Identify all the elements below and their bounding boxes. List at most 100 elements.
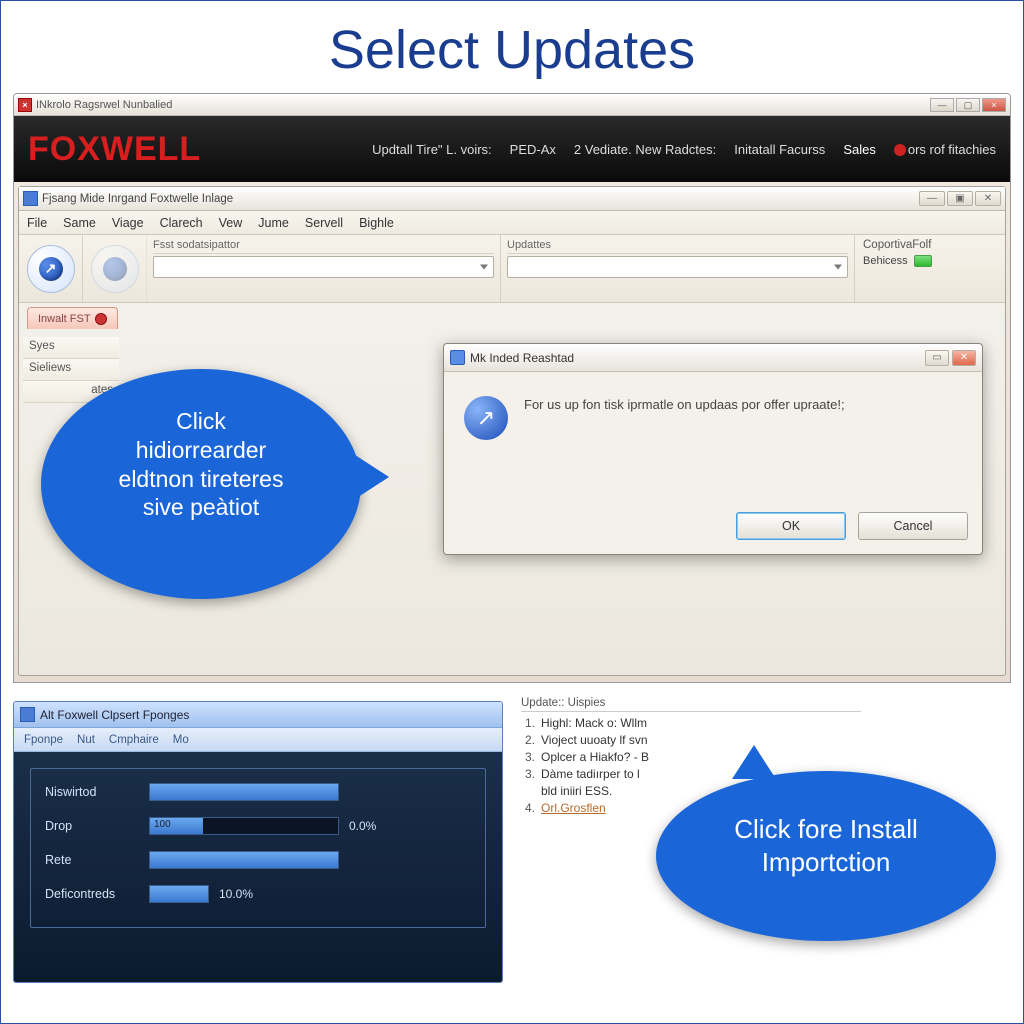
status-led-icon (914, 255, 932, 267)
brand-logo: FOXWELL (28, 130, 201, 169)
tab-bar: Inwalt FST (19, 303, 1005, 329)
instruction-item: 2.Vioject uuoaty lf svn (525, 733, 861, 747)
tab-item[interactable]: Inwalt FST (27, 307, 118, 329)
brand-header: FOXWELL Updtall Tire" L. voirs: PED-Ax 2… (14, 116, 1010, 182)
header-rof[interactable]: ors rof fitachies (894, 142, 996, 157)
header-item[interactable]: Updtall Tire" L. voirs: (372, 142, 492, 157)
progress-bar (149, 885, 209, 903)
sidebar-item-sys[interactable]: Syes (23, 337, 119, 359)
callout-line: hidiorrearder (69, 436, 333, 465)
progress-pct: 10.0% (219, 887, 275, 901)
sidebar-item-reviews[interactable]: Sieliews (23, 359, 119, 381)
dialog-title: Mk Inded Reashtad (470, 351, 574, 365)
header-item[interactable]: 2 Vediate. New Radctes: (574, 142, 716, 157)
callout-line: Click fore Install (684, 813, 968, 846)
header-item[interactable]: Initatall Facurss (734, 142, 825, 157)
progress-bar (149, 851, 339, 869)
tab-label: Inwalt FST (38, 313, 91, 325)
menu-item[interactable]: Viage (112, 216, 144, 230)
close-button[interactable]: ✕ (952, 350, 976, 366)
header-item[interactable]: PED-Ax (510, 142, 556, 157)
progress-panel: Niswirtod Drop 100 0.0% Rete Deficontred… (30, 768, 486, 928)
progress-title: Alt Foxwell Clpsert Fponges (40, 708, 189, 722)
toolbar: ↗ Fsst sodatsipattor Updattes CoportivaF… (19, 235, 1005, 303)
menu-file[interactable]: File (27, 216, 47, 230)
header-links: Updtall Tire" L. voirs: PED-Ax 2 Vediate… (372, 142, 996, 157)
inner-window-title: Fjsang Mide Inrgand Foxtwelle Inlage (42, 193, 233, 205)
toolbar-col1-label: Fsst sodatsipattor (153, 239, 494, 254)
arrow-icon: ↗ (45, 260, 57, 277)
menu-item[interactable]: Bighle (359, 216, 394, 230)
toolbar-dropdown-1[interactable] (153, 256, 494, 278)
toolbar-col2-label: Updattes (507, 239, 848, 254)
progress-value: 100 (154, 819, 171, 830)
dialog-window-buttons: ▭ ✕ (925, 350, 976, 366)
menu-item[interactable]: Same (63, 216, 96, 230)
close-button[interactable]: × (982, 98, 1006, 112)
close-button[interactable]: ✕ (975, 191, 1001, 206)
minimize-button[interactable]: — (919, 191, 945, 206)
dialog-icon (450, 350, 465, 365)
callout-line: sive peàtiot (69, 493, 333, 522)
menu-item[interactable]: Jume (258, 216, 289, 230)
dialog-button-row: OK Cancel (444, 502, 982, 554)
dialog-body: ↗ For us up fon tisk iprmatle on updaas … (444, 372, 982, 502)
callout-line: eldtnon tireteres (69, 465, 333, 494)
progress-window: Alt Foxwell Clpsert Fponges Fponpe Nut C… (13, 701, 503, 983)
toolbar-home-button[interactable]: ↗ (19, 235, 83, 302)
menubar: File Same Viage Clarech Vew Jume Servell… (19, 211, 1005, 235)
ok-button[interactable]: OK (736, 512, 846, 540)
progress-row-label: Rete (45, 853, 149, 867)
callout-line: Click (69, 407, 333, 436)
minimize-button[interactable]: — (930, 98, 954, 112)
progress-row-label: Deficontreds (45, 887, 149, 901)
app-icon: × (18, 98, 32, 112)
instruction-link[interactable]: Orl.Grosflen (541, 801, 606, 815)
maximize-button[interactable]: ▣ (947, 191, 973, 206)
progress-pct: 0.0% (349, 819, 405, 833)
menu-item[interactable]: Servell (305, 216, 343, 230)
page-heading: Select Updates (1, 1, 1023, 93)
menu-item[interactable]: Clarech (160, 216, 203, 230)
toolbar-dropdown-2[interactable] (507, 256, 848, 278)
progress-bar: 100 (149, 817, 339, 835)
inner-window-titlebar: Fjsang Mide Inrgand Foxtwelle Inlage — ▣… (19, 187, 1005, 211)
instructions-heading: Update:: Uispies (521, 697, 861, 712)
progress-row: Rete (45, 851, 471, 869)
instruction-item: 3.Oplcer a Hiakfo? - B (525, 750, 861, 764)
progress-row-label: Niswirtod (45, 785, 149, 799)
outer-window-buttons: — ▢ × (930, 98, 1006, 112)
toolbar-status-label: CoportivaFolf (863, 239, 997, 251)
progress-tab[interactable]: Cmphaire (109, 734, 159, 746)
progress-row-label: Drop (45, 819, 149, 833)
toolbar-status-row: Behicess (863, 255, 997, 267)
toolbar-status-text: Behicess (863, 255, 908, 267)
toolbar-status-column: CoportivaFolf Behicess (855, 235, 1005, 302)
progress-bar (149, 783, 339, 801)
outer-window-titlebar: × INkrolo Ragsrwel Nunbalied — ▢ × (14, 94, 1010, 116)
progress-tab[interactable]: Fponpe (24, 734, 63, 746)
toolbar-refresh-button[interactable] (83, 235, 147, 302)
toolbar-column-1: Fsst sodatsipattor (147, 235, 501, 302)
callout-bubble-1: Click hidiorrearder eldtnon tireteres si… (41, 369, 361, 599)
callout-bubble-2: Click fore Install Importction (656, 771, 996, 941)
inner-window-buttons: — ▣ ✕ (919, 191, 1001, 206)
progress-tab[interactable]: Mo (173, 734, 189, 746)
dialog-titlebar: Mk Inded Reashtad ▭ ✕ (444, 344, 982, 372)
progress-tabbar: Fponpe Nut Cmphaire Mo (14, 728, 502, 752)
progress-row: Niswirtod (45, 783, 471, 801)
progress-body: Niswirtod Drop 100 0.0% Rete Deficontred… (14, 752, 502, 982)
main-area: × INkrolo Ragsrwel Nunbalied — ▢ × FOXWE… (13, 93, 1011, 693)
callout-line: Importction (684, 846, 968, 879)
progress-tab[interactable]: Nut (77, 734, 95, 746)
progress-row: Deficontreds 10.0% (45, 885, 471, 903)
inner-app-icon (23, 191, 38, 206)
header-sales[interactable]: Sales (843, 142, 876, 157)
menu-item[interactable]: Vew (219, 216, 243, 230)
maximize-button[interactable]: ▢ (956, 98, 980, 112)
outer-window-title: INkrolo Ragsrwel Nunbalied (36, 99, 172, 111)
minimize-button[interactable]: ▭ (925, 350, 949, 366)
instruction-item: 1.Highl: Mack o: Wllm (525, 716, 861, 730)
toolbar-column-2: Updattes (501, 235, 855, 302)
cancel-button[interactable]: Cancel (858, 512, 968, 540)
